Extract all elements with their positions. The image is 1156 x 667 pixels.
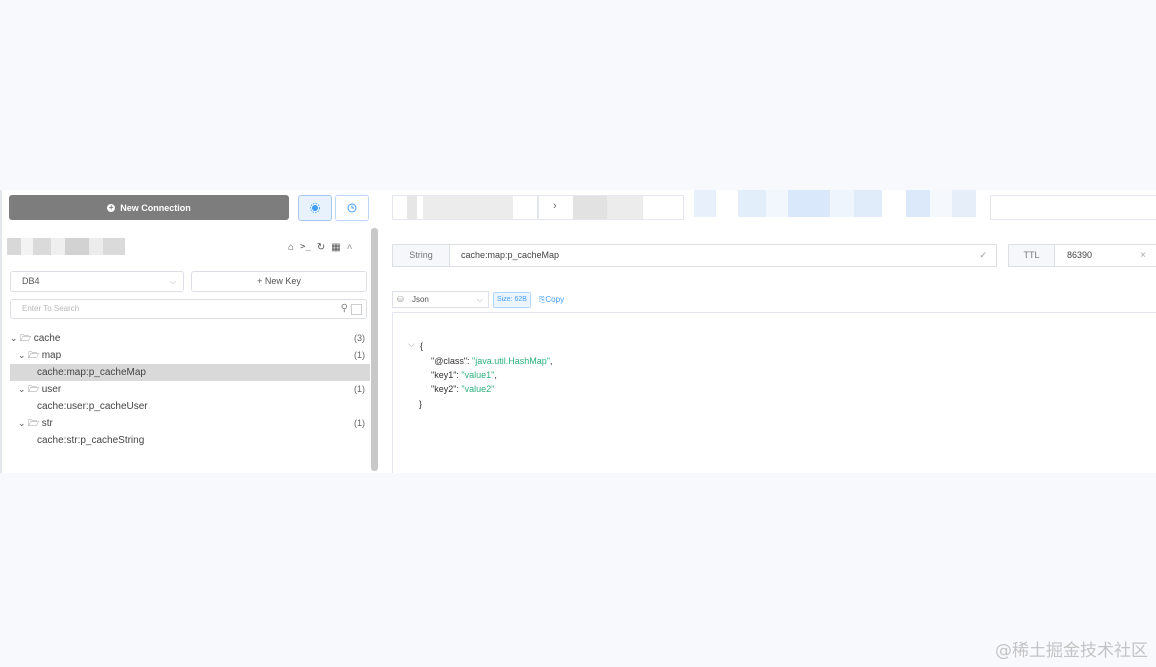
json-line: "@class": "java.util.HashMap",: [431, 356, 553, 366]
watermark: @稀土掘金技术社区: [995, 641, 1148, 661]
json-line: }: [419, 399, 422, 409]
collapse-icon[interactable]: ˄: [347, 242, 353, 253]
tree-count: (3): [354, 333, 365, 343]
gear-icon: [310, 203, 320, 213]
json-brace: {: [420, 341, 424, 351]
connection-name-blurred[interactable]: [7, 238, 125, 255]
folder-icon: 🗁: [28, 384, 42, 394]
key-detail-panel: › String cache:map:p_cacheMap ✓ TTL 8639…: [378, 190, 1156, 473]
new-connection-button[interactable]: + New Connection: [9, 195, 289, 220]
chevron-down-icon[interactable]: ⌄: [18, 418, 28, 428]
ttl-label: TTL: [1008, 244, 1055, 267]
json-value: "value1": [461, 370, 495, 380]
collapse-json-icon[interactable]: ⌵: [408, 339, 415, 350]
size-badge: Size: 62B: [493, 292, 531, 308]
tree-folder[interactable]: ⌄ 🗁 user (1): [2, 381, 370, 398]
chevron-right-icon: ›: [553, 200, 557, 212]
key-type-label: String: [392, 244, 450, 267]
db-select-value: DB4: [22, 276, 40, 286]
tab-empty[interactable]: [990, 195, 1156, 220]
view-icon: ⛁: [397, 295, 404, 304]
grid-icon[interactable]: ▦: [331, 242, 340, 253]
copy-label: Copy: [545, 295, 565, 304]
chevron-down-icon: ⌵: [476, 295, 483, 304]
json-viewer[interactable]: ⌵ { "@class": "java.util.HashMap", "key1":…: [392, 312, 1156, 473]
ttl-input[interactable]: 86390 ×: [1054, 244, 1156, 267]
tab-connection-blurred[interactable]: [392, 195, 538, 220]
key-tree: ⌄ 🗁 cache (3) ⌄ 🗁 map (1) cache:map:p_cacheM…: [2, 330, 370, 449]
new-key-button[interactable]: + New Key: [191, 271, 367, 292]
json-brace: }: [419, 399, 423, 409]
folder-icon: 🗁: [28, 350, 42, 360]
app-window: + New Connection ⌂ >_ ↻ ▦ ˄ DB4 ⌵ + New …: [0, 190, 1156, 473]
chevron-down-icon[interactable]: ⌄: [18, 384, 28, 394]
search-icon[interactable]: ⚲: [341, 300, 348, 318]
folder-icon: 🗁: [28, 418, 42, 428]
home-icon[interactable]: ⌂: [288, 242, 294, 253]
tree-folder[interactable]: ⌄ 🗁 cache (3): [2, 330, 370, 347]
settings-button[interactable]: [298, 195, 332, 221]
tree-label: cache: [33, 333, 61, 344]
tree-count: (1): [354, 384, 365, 394]
json-line: "key1": "value1",: [431, 370, 497, 380]
chevron-down-icon: ⌵: [169, 277, 176, 286]
key-name-input[interactable]: cache:map:p_cacheMap ✓: [449, 244, 997, 267]
plus-circle-icon: +: [107, 202, 116, 212]
chevron-down-icon[interactable]: ⌄: [10, 333, 20, 343]
check-icon[interactable]: ✓: [979, 245, 987, 266]
tree-label: str: [41, 418, 53, 429]
json-comma: ,: [494, 370, 497, 380]
connection-toolbar: ⌂ >_ ↻ ▦ ˄: [288, 242, 353, 253]
ttl-value: 86390: [1067, 250, 1093, 260]
tree-key[interactable]: cache:map:p_cacheMap: [10, 364, 370, 381]
connection-panel: + New Connection ⌂ >_ ↻ ▦ ˄ DB4 ⌵ + New …: [0, 190, 378, 473]
close-icon[interactable]: ×: [1140, 245, 1146, 266]
refresh-icon[interactable]: ↻: [317, 242, 325, 253]
tree-label: user: [41, 384, 62, 395]
key-name-value: cache:map:p_cacheMap: [461, 250, 560, 260]
copy-button[interactable]: ⎘Copy: [539, 292, 564, 307]
tree-count: (1): [354, 418, 365, 428]
clock-icon: [347, 203, 357, 213]
folder-icon: 🗁: [20, 333, 34, 343]
terminal-icon[interactable]: >_: [300, 242, 311, 253]
search-placeholder: Enter To Search: [22, 304, 80, 313]
exact-search-checkbox[interactable]: [351, 304, 362, 315]
tree-key[interactable]: cache:user:p_cacheUser: [2, 398, 370, 415]
tab-key-blurred[interactable]: ›: [538, 195, 684, 220]
json-value: "java.util.HashMap": [472, 356, 550, 366]
json-line: {: [420, 341, 423, 351]
json-key: "@class": [431, 356, 468, 366]
format-value: Json: [411, 295, 429, 304]
tree-label: cache:map:p_cacheMap: [37, 367, 146, 378]
tree-folder[interactable]: ⌄ 🗁 str (1): [2, 415, 370, 432]
log-button[interactable]: [335, 195, 369, 221]
format-select[interactable]: ⛁ Json ⌵: [392, 291, 489, 308]
db-select[interactable]: DB4 ⌵: [10, 271, 184, 292]
json-value: "value2": [461, 384, 495, 394]
new-connection-label: New Connection: [120, 202, 191, 213]
json-comma: ,: [549, 356, 553, 366]
json-line: "key2": "value2": [431, 384, 494, 394]
tree-label: cache:str:p_cacheString: [37, 435, 145, 446]
tree-label: map: [41, 350, 62, 361]
tree-count: (1): [354, 350, 365, 360]
chevron-down-icon[interactable]: ⌄: [18, 350, 28, 360]
key-search-input[interactable]: Enter To Search ⚲: [10, 299, 367, 319]
tree-folder[interactable]: ⌄ 🗁 map (1): [2, 347, 370, 364]
tree-label: cache:user:p_cacheUser: [37, 401, 148, 412]
json-key: "key1": [431, 370, 457, 380]
json-key: "key2": [431, 384, 457, 394]
tree-key[interactable]: cache:str:p_cacheString: [2, 432, 370, 449]
tab-bar-blurred: [694, 190, 984, 217]
left-scrollbar[interactable]: [371, 228, 378, 471]
